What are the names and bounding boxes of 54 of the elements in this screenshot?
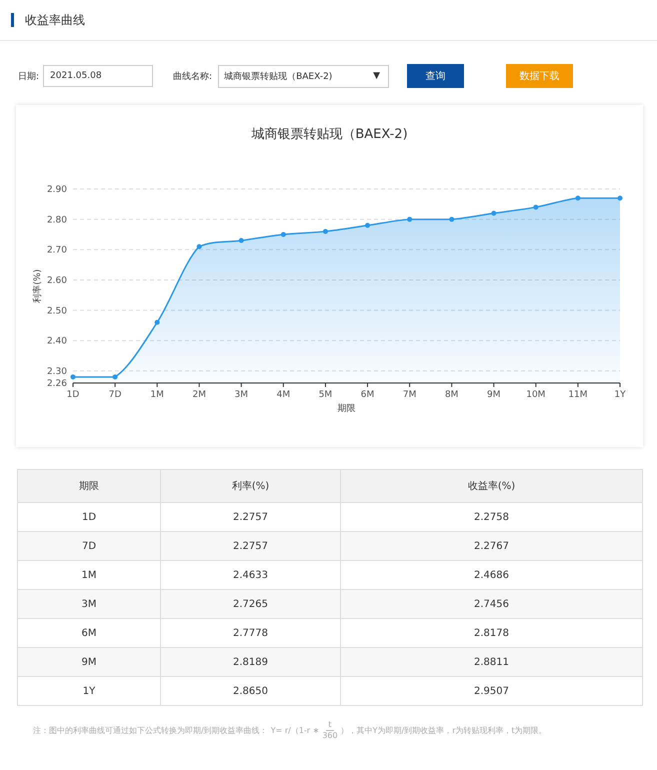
formula-text: ）， [340,724,357,736]
table-cell: 2.8650 [160,676,340,706]
x-tick-label: 10M [526,390,546,400]
table-cell: 2.2757 [160,532,340,560]
y-tick-label: 2.70 [46,246,67,256]
column-header: 利率(%) [160,470,340,502]
page-title: 收益率曲线 [25,12,85,28]
x-tick-label: 8M [444,390,458,400]
table-cell: 7D [18,532,161,560]
table-cell: 2.8811 [340,648,642,676]
curve-name-label: 曲线名称: [173,70,212,82]
x-tick-label: 11M [568,390,588,400]
curve-select[interactable]: 城商银票转贴现（BAEX-2) ▼ [218,64,390,88]
y-axis-title: 利率(%) [33,269,43,303]
y-tick-label: 2.90 [46,185,67,195]
x-tick-label: 1D [66,390,80,400]
formula-denominator: 360 [322,730,338,740]
date-input[interactable]: 2021.05.08 [43,65,154,87]
y-tick-label: 2.30 [46,366,67,377]
y-tick-label: 2.80 [46,215,67,226]
y-tick-label: 2.40 [46,336,67,347]
formula-numerator: t [326,720,334,731]
x-tick-label: 6M [360,390,374,400]
note-text: 其中Y为即期/到期收益率，r为转贴现利率，t为期限。 [356,724,547,736]
y-tick-label: 2.50 [46,306,67,316]
table-cell: 2.7265 [160,590,340,618]
title-accent-bar [11,13,14,27]
x-tick-label: 7M [402,390,416,400]
chart-title: 城商银票转贴现（BAEX-2) [251,127,408,142]
formula-text: Y= r/（1-r ∗ [270,724,320,736]
x-tick-label: 1M [150,390,164,400]
table-cell: 9M [18,648,161,676]
x-tick-label: 7D [108,390,122,400]
caret-icon: ▼ [373,71,380,81]
table-cell: 2.9507 [340,676,642,706]
table-cell: 2.8189 [160,648,340,676]
table-cell: 1Y [18,676,161,706]
x-tick-label: 2M [192,390,206,400]
y-tick-label: 2.26 [46,379,67,389]
x-tick-label: 5M [318,390,332,400]
x-tick-label: 9M [487,390,501,400]
x-tick-label: 3M [234,390,248,400]
date-label: 日期: [18,70,40,82]
note-text: 注：图中的利率曲线可通过如下公式转换为即期/到期收益率曲线： [33,724,268,736]
column-header: 收益率(%) [340,470,642,502]
query-button[interactable]: 查询 [407,64,464,88]
y-tick-label: 2.60 [46,276,67,286]
column-header: 期限 [18,470,161,502]
x-axis-title: 期限 [338,404,356,414]
x-tick-label: 4M [276,390,290,400]
table-cell: 2.2767 [340,532,642,560]
table-cell: 3M [18,590,161,618]
x-tick-label: 1Y [614,390,626,400]
table-cell: 2.7456 [340,590,642,618]
